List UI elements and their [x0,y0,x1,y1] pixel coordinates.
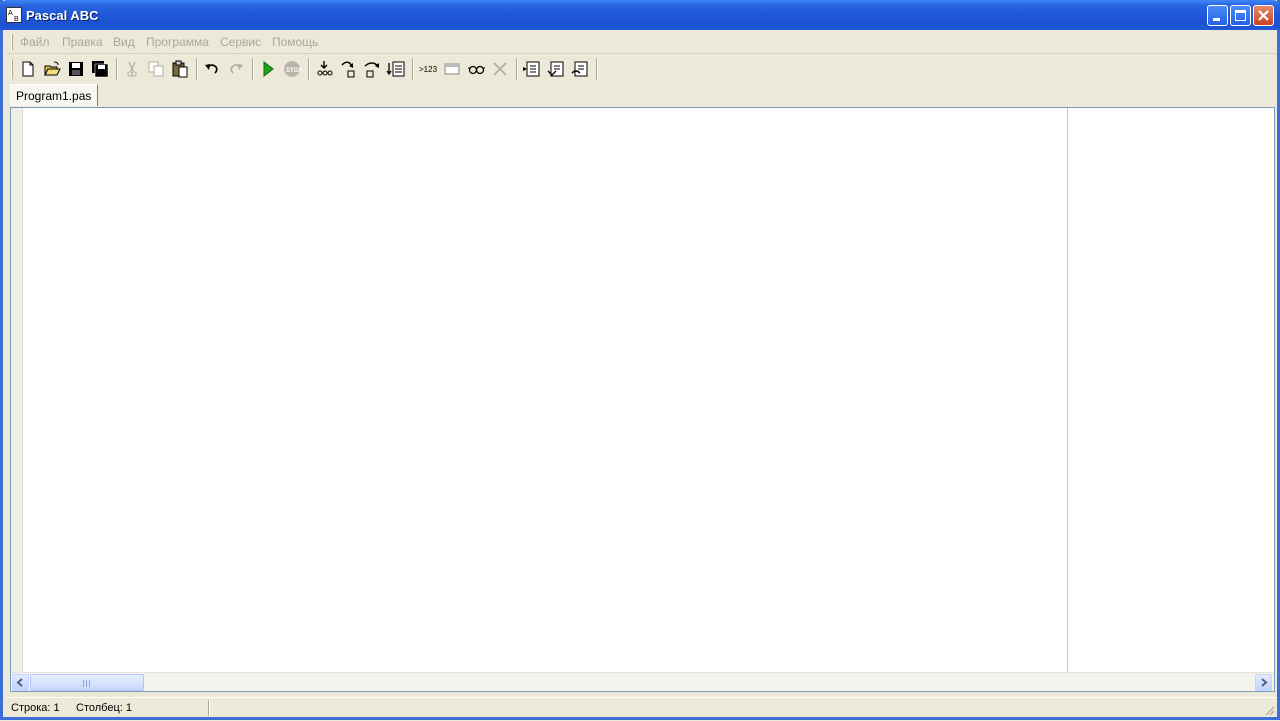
minimize-button[interactable] [1207,5,1228,26]
save-all-icon[interactable] [90,59,110,79]
stop-icon[interactable]: STOP [282,59,302,79]
svg-text:STOP: STOP [286,68,302,74]
resize-grip-icon[interactable] [1263,703,1275,716]
svg-text:>123: >123 [419,65,438,74]
toolbar-separator [252,58,254,80]
app-window: AB Pascal ABC Файл Правка Вид Программа … [0,0,1280,720]
toolbar: STOP >123 [6,55,1277,83]
menu-program[interactable]: Программа [146,35,209,49]
step-over-icon[interactable] [338,59,358,79]
paste-icon[interactable] [170,59,190,79]
new-file-icon[interactable] [18,59,38,79]
clear-icon[interactable] [490,59,510,79]
editor-gutter[interactable] [11,108,23,672]
tab-strip: Program1.pas [6,83,1277,107]
menu-view[interactable]: Вид [113,35,135,49]
status-line: Строка: 1 [11,702,60,714]
right-margin-line [1067,108,1068,672]
evaluate-icon[interactable]: >123 [418,59,438,79]
close-button[interactable] [1253,5,1274,26]
save-icon[interactable] [66,59,86,79]
toolbar-separator [116,58,118,80]
toolbar-separator [412,58,414,80]
toolbar-separator [196,58,198,80]
menu-service[interactable]: Сервис [220,35,261,49]
toolbar-separator [596,58,598,80]
run-to-cursor-icon[interactable] [386,59,406,79]
cut-icon[interactable] [122,59,142,79]
redo-icon[interactable] [226,59,246,79]
thumb-grip-icon [83,680,91,687]
menu-help[interactable]: Помощь [272,35,318,49]
status-bar: Строка: 1 Столбец: 1 [6,697,1277,717]
rebuild-icon[interactable] [570,59,590,79]
scrollbar-thumb[interactable] [30,674,144,691]
tab-program1[interactable]: Program1.pas [10,84,99,106]
maximize-button[interactable] [1230,5,1251,26]
copy-icon[interactable] [146,59,166,79]
undo-icon[interactable] [202,59,222,79]
run-icon[interactable] [258,59,278,79]
horizontal-scrollbar[interactable] [11,672,1274,691]
status-column: Столбец: 1 [76,702,132,714]
step-out-icon[interactable] [362,59,382,79]
toolbar-separator [516,58,518,80]
title-bar[interactable]: AB Pascal ABC [0,0,1280,30]
step-into-icon[interactable] [314,59,334,79]
svg-text:B: B [14,16,19,22]
toolbar-separator [308,58,310,80]
menu-file[interactable]: Файл [20,35,50,49]
svg-text:A: A [8,10,13,17]
scroll-left-button[interactable] [12,674,29,691]
code-editor[interactable] [10,107,1275,692]
toolbar-grip[interactable] [11,59,13,79]
watch-icon[interactable] [466,59,486,79]
scroll-right-button[interactable] [1255,674,1272,691]
menu-edit[interactable]: Правка [62,35,103,49]
window-title: Pascal ABC [26,8,99,23]
app-icon[interactable]: AB [6,7,22,23]
open-file-icon[interactable] [42,59,62,79]
menu-grip[interactable] [11,34,13,50]
menu-bar: Файл Правка Вид Программа Сервис Помощь [6,30,1277,54]
output-window-icon[interactable] [442,59,462,79]
status-separator [208,700,210,716]
compile-icon[interactable] [522,59,542,79]
build-icon[interactable] [546,59,566,79]
